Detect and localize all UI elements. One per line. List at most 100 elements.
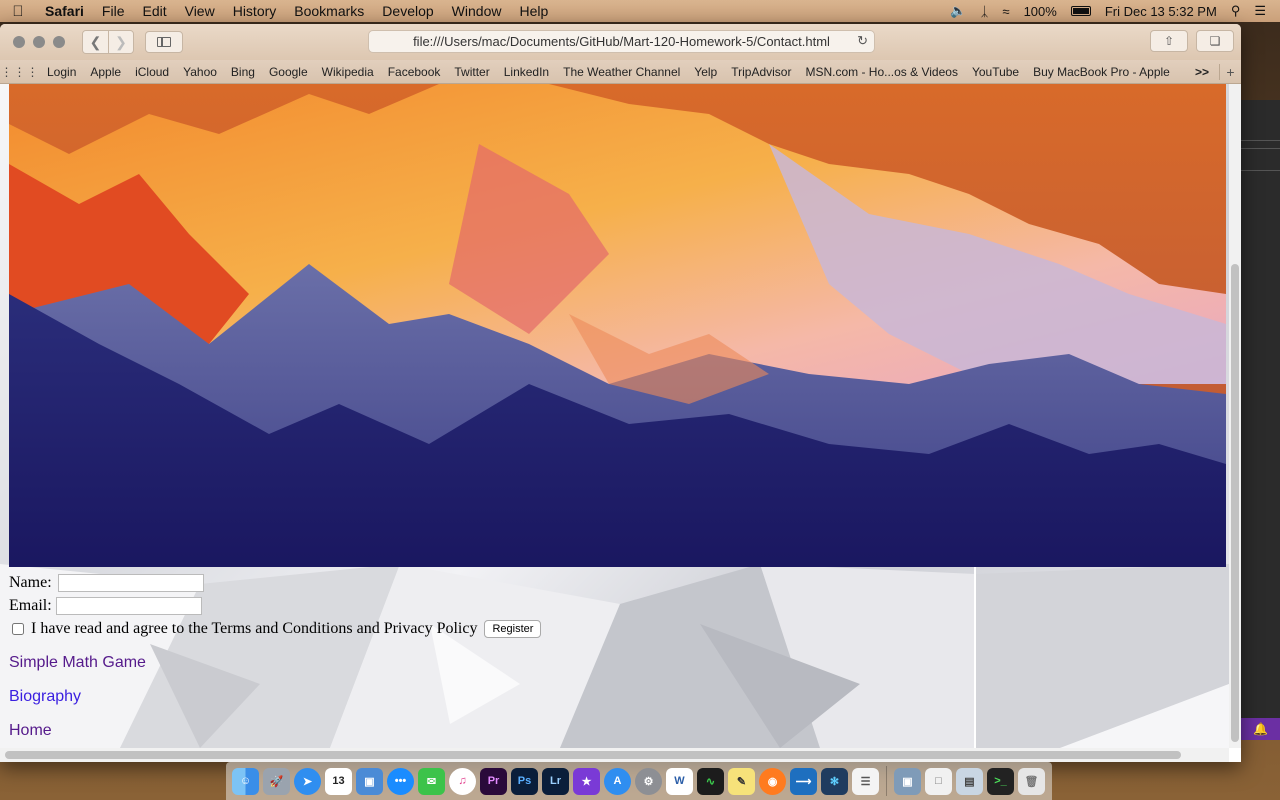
name-input[interactable]	[57, 573, 204, 592]
back-button[interactable]: ❮	[83, 31, 108, 53]
safari-window: ❮ ❯ file:///Users/mac/Documents/GitHub/M…	[0, 24, 1241, 762]
agree-label: I have read and agree to the Terms and C…	[31, 619, 478, 637]
clock[interactable]: Fri Dec 13 5:32 PM	[1105, 4, 1217, 19]
menu-bookmarks[interactable]: Bookmarks	[285, 3, 373, 19]
finder-icon[interactable]: ☺	[232, 767, 259, 795]
favorite-msn[interactable]: MSN.com - Ho...os & Videos	[798, 65, 965, 79]
menu-file[interactable]: File	[93, 3, 134, 19]
apple-menu-icon[interactable]: 	[0, 3, 36, 20]
link-biography[interactable]: Biography	[9, 680, 146, 714]
horizontal-scroll-thumb[interactable]	[5, 751, 1181, 759]
volume-icon[interactable]: 🔈	[950, 3, 966, 19]
show-tabs-button[interactable]: ❏	[1196, 30, 1234, 52]
navigation-buttons: ❮ ❯	[82, 30, 134, 54]
share-button[interactable]: ⇧	[1150, 30, 1188, 52]
premiere-pro-icon[interactable]: Pr	[480, 767, 507, 795]
favorite-login[interactable]: Login	[40, 65, 83, 79]
battery-icon[interactable]	[1070, 6, 1091, 16]
battery-percent[interactable]: 100%	[1024, 4, 1057, 19]
favorite-facebook[interactable]: Facebook	[381, 65, 448, 79]
favorite-yahoo[interactable]: Yahoo	[176, 65, 224, 79]
bell-icon[interactable]: 🔔	[1241, 718, 1280, 740]
trash-icon[interactable]: 🗑	[1018, 767, 1045, 795]
wifi-icon[interactable]: ≈	[1002, 4, 1009, 19]
vscode-icon[interactable]: ⟶	[790, 767, 817, 795]
zoom-window-button[interactable]	[53, 36, 65, 48]
messages-icon[interactable]: ✉	[418, 767, 445, 795]
more-favorites-button[interactable]: >>	[1185, 65, 1219, 79]
favorite-apple[interactable]: Apple	[83, 65, 128, 79]
lightroom-icon[interactable]: Lr	[542, 767, 569, 795]
menu-edit[interactable]: Edit	[133, 3, 175, 19]
menu-app-name[interactable]: Safari	[36, 3, 93, 19]
link-home[interactable]: Home	[9, 714, 146, 748]
launchpad-icon[interactable]: 🚀	[263, 767, 290, 795]
favorite-tripadvisor[interactable]: TripAdvisor	[724, 65, 798, 79]
stickies-icon[interactable]: ✎	[728, 767, 755, 795]
share-icon: ⇧	[1163, 34, 1175, 48]
dock-separator	[886, 766, 887, 796]
menu-develop[interactable]: Develop	[373, 3, 442, 19]
vertical-scroll-thumb[interactable]	[1231, 264, 1239, 742]
app-store-icon[interactable]: A	[604, 767, 631, 795]
terminal-icon[interactable]: >_	[987, 767, 1014, 795]
preview-document-icon[interactable]: ▤	[956, 767, 983, 795]
messenger-icon[interactable]: •••	[387, 767, 414, 795]
itunes-icon[interactable]: ♫	[449, 767, 476, 795]
vertical-scrollbar[interactable]	[1229, 84, 1241, 748]
calendar-icon[interactable]: 13	[325, 767, 352, 795]
sourcetree-icon[interactable]: ✻	[821, 767, 848, 795]
notification-center-icon[interactable]: ☰	[1254, 3, 1266, 19]
new-tab-button[interactable]: +	[1219, 63, 1241, 80]
bluetooth-icon[interactable]: ᛣ	[981, 4, 989, 19]
contact-form: Name: Email: I have read and agree to th…	[9, 571, 542, 640]
nav-links: Simple Math Game Biography Home	[9, 646, 146, 748]
favorite-linkedin[interactable]: LinkedIn	[497, 65, 556, 79]
favorite-youtube[interactable]: YouTube	[965, 65, 1026, 79]
favorite-yelp[interactable]: Yelp	[687, 65, 724, 79]
close-window-button[interactable]	[13, 36, 25, 48]
menu-window[interactable]: Window	[443, 3, 511, 19]
page-content: Name: Email: I have read and agree to th…	[0, 84, 1229, 748]
imovie-icon[interactable]: ★	[573, 767, 600, 795]
forward-button[interactable]: ❯	[108, 31, 133, 53]
top-sites-grid-icon[interactable]: ⋮⋮⋮	[0, 65, 40, 79]
favorite-twitter[interactable]: Twitter	[447, 65, 496, 79]
minimize-window-button[interactable]	[33, 36, 45, 48]
spotlight-icon[interactable]: ⚲	[1231, 3, 1241, 19]
sidebar-icon	[157, 37, 171, 47]
menu-history[interactable]: History	[224, 3, 286, 19]
menu-view[interactable]: View	[176, 3, 224, 19]
favorite-wikipedia[interactable]: Wikipedia	[315, 65, 381, 79]
favorite-buy-macbook[interactable]: Buy MacBook Pro - Apple	[1026, 65, 1177, 79]
address-bar[interactable]: file:///Users/mac/Documents/GitHub/Mart-…	[368, 30, 875, 53]
favorite-icloud[interactable]: iCloud	[128, 65, 176, 79]
dock: ☺ 🚀 ➤ 13 ▣ ••• ✉ ♫ Pr Ps Lr ★ A ⚙ W ∿ ✎ …	[226, 762, 1052, 800]
screen-icon[interactable]: ▣	[894, 767, 921, 795]
firefox-icon[interactable]: ◉	[759, 767, 786, 795]
name-label: Name:	[9, 573, 52, 591]
textedit-icon[interactable]: ☰	[852, 767, 879, 795]
activity-monitor-icon[interactable]: ∿	[697, 767, 724, 795]
favorite-weather-channel[interactable]: The Weather Channel	[556, 65, 687, 79]
word-icon[interactable]: W	[666, 767, 693, 795]
email-input[interactable]	[55, 596, 202, 615]
browser-toolbar: ❮ ❯ file:///Users/mac/Documents/GitHub/M…	[0, 24, 1241, 60]
favorite-google[interactable]: Google	[262, 65, 315, 79]
window-controls	[0, 36, 65, 48]
url-text: file:///Users/mac/Documents/GitHub/Mart-…	[413, 34, 830, 49]
favorite-bing[interactable]: Bing	[224, 65, 262, 79]
horizontal-scrollbar[interactable]	[0, 748, 1229, 762]
agree-checkbox[interactable]	[12, 622, 24, 635]
mountain-hero-image	[9, 84, 1226, 567]
safari-icon[interactable]: ➤	[294, 767, 321, 795]
register-button[interactable]: Register	[484, 619, 542, 638]
photoshop-icon[interactable]: Ps	[511, 767, 538, 795]
menu-help[interactable]: Help	[510, 3, 557, 19]
system-preferences-icon[interactable]: ⚙	[635, 767, 662, 795]
folder-icon[interactable]: □	[925, 767, 952, 795]
sidebar-toggle-button[interactable]	[145, 31, 183, 53]
link-simple-math-game[interactable]: Simple Math Game	[9, 646, 146, 680]
reload-icon[interactable]: ↻	[857, 33, 868, 49]
preview-icon[interactable]: ▣	[356, 767, 383, 795]
